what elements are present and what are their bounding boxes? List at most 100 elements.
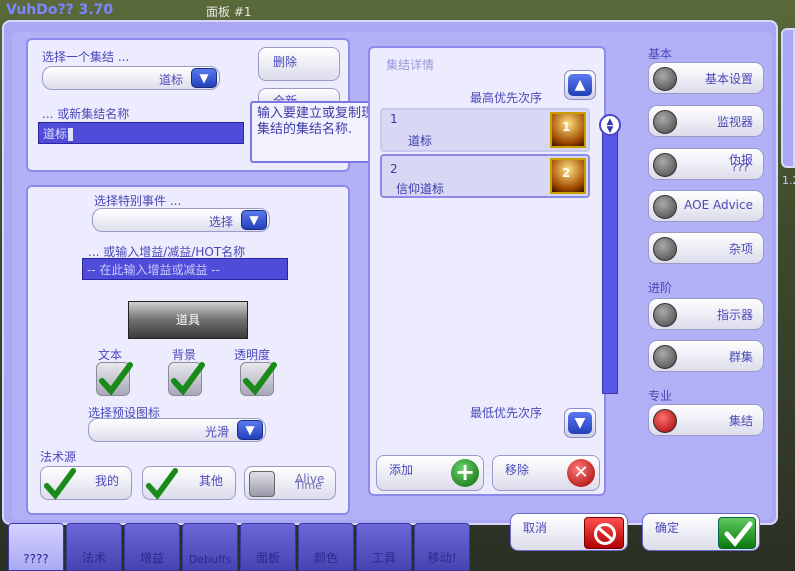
delete-button[interactable]: 删除 xyxy=(258,47,340,81)
fake-sub-label: ??? xyxy=(731,161,749,174)
scroll-thumb-icon[interactable]: ▲ ▼ xyxy=(599,114,621,136)
buff-name-placeholder: -- 在此输入增益或减益 -- xyxy=(87,263,220,277)
others-toggle[interactable]: 其他 xyxy=(142,466,236,500)
side-version: 1.2 xyxy=(782,174,795,187)
checkmark-icon xyxy=(171,362,205,396)
misc-label: 杂项 xyxy=(728,242,753,256)
spell-icon: 2 xyxy=(550,158,586,194)
spell-source-label: 法术源 xyxy=(40,450,77,464)
mine-label: 我的 xyxy=(95,474,120,488)
cluster-button[interactable]: 群集 xyxy=(648,340,764,372)
time-label: Time xyxy=(295,479,322,492)
cluster-dropdown[interactable]: 道标 ▼ xyxy=(42,66,220,90)
checkmark-icon xyxy=(145,467,179,500)
tab-label: 工具 xyxy=(371,551,396,565)
details-title: 集结详情 xyxy=(386,58,435,72)
special-event-dropdown[interactable]: 选择 ▼ xyxy=(92,208,270,232)
chevron-down-icon: ▼ xyxy=(237,420,263,440)
highest-priority-label: 最高优先次序 xyxy=(470,91,543,105)
mine-toggle[interactable]: 我的 xyxy=(40,466,132,500)
radio-icon xyxy=(653,67,677,91)
add-button[interactable]: 添加 + xyxy=(376,455,484,491)
tab-move[interactable]: 移动! xyxy=(414,523,470,571)
select-cluster-label: 选择一个集结 ... xyxy=(42,50,130,64)
tab-buffs[interactable]: 增益 xyxy=(124,523,180,571)
aggregate-button[interactable]: 集结 xyxy=(648,404,764,436)
basic-settings-button[interactable]: 基本设置 xyxy=(648,62,764,94)
delete-button-label: 删除 xyxy=(273,55,298,69)
arrow-up-icon: ▲ xyxy=(568,74,592,96)
close-icon: ✕ xyxy=(567,459,595,487)
buff-name-field[interactable]: -- 在此输入增益或减益 -- xyxy=(82,258,288,280)
new-name-label: ... 或新集结名称 xyxy=(42,107,130,121)
tab-label: 增益 xyxy=(139,551,164,565)
remove-button-label: 移除 xyxy=(505,463,530,477)
monitor-button[interactable]: 监视器 xyxy=(648,105,764,137)
plus-icon: + xyxy=(451,459,479,487)
text-checkbox[interactable] xyxy=(96,362,133,396)
tab-label: Debuffs xyxy=(188,553,232,566)
fake-button[interactable]: 伪报??? xyxy=(648,148,764,180)
tab-general[interactable]: ???? xyxy=(8,523,64,571)
advanced-section-label: 进阶 xyxy=(648,281,673,295)
tab-panels[interactable]: 面板 xyxy=(240,523,296,571)
move-down-button[interactable]: ▼ xyxy=(564,408,596,438)
radio-icon xyxy=(653,110,677,134)
indicators-button[interactable]: 指示器 xyxy=(648,298,764,330)
item-name: 道标 xyxy=(408,134,433,148)
cluster-label: 群集 xyxy=(728,350,753,364)
scrollbar[interactable] xyxy=(602,128,618,394)
item-number: 2 xyxy=(390,162,398,176)
tab-label: 颜色 xyxy=(313,551,338,565)
item-number: 1 xyxy=(390,112,398,126)
tab-label: ???? xyxy=(23,552,49,566)
basic-settings-label: 基本设置 xyxy=(704,72,753,86)
cancel-icon xyxy=(584,517,624,549)
tab-spells[interactable]: 法术 xyxy=(66,523,122,571)
basic-section-label: 基本 xyxy=(648,47,673,61)
tab-tools[interactable]: 工具 xyxy=(356,523,412,571)
misc-button[interactable]: 杂项 xyxy=(648,232,764,264)
radio-icon xyxy=(653,303,677,327)
tools-button[interactable]: 道具 xyxy=(128,301,248,339)
cluster-dropdown-value: 道标 xyxy=(158,73,183,87)
new-name-field[interactable]: 道标 xyxy=(38,122,244,144)
radio-icon xyxy=(653,195,677,219)
radio-icon xyxy=(653,345,677,369)
tab-label: 移动! xyxy=(427,551,457,565)
expert-section-label: 专业 xyxy=(648,389,673,403)
others-label: 其他 xyxy=(199,474,224,488)
new-name-value: 道标 xyxy=(43,127,68,141)
chevron-down-icon: ▼ xyxy=(241,210,267,230)
alive-time-toggle[interactable]: Alive Time xyxy=(244,466,336,500)
tab-label: 法术 xyxy=(81,551,106,565)
move-up-button[interactable]: ▲ xyxy=(564,70,596,100)
checkmark-icon xyxy=(43,467,77,500)
tab-debuffs[interactable]: Debuffs xyxy=(182,523,238,571)
special-event-label: 选择特别事件 ... xyxy=(94,194,182,208)
tab-colors[interactable]: 颜色 xyxy=(298,523,354,571)
confirm-icon xyxy=(718,517,756,549)
monitor-label: 监视器 xyxy=(716,115,753,129)
lowest-priority-label: 最低优先次序 xyxy=(470,406,543,420)
list-item[interactable]: 2 信仰道标 2 xyxy=(380,154,590,198)
chevron-down-icon: ▼ xyxy=(191,68,217,88)
radio-icon xyxy=(653,153,677,177)
item-name: 信仰道标 xyxy=(396,182,445,196)
preset-icon-dropdown[interactable]: 光滑 ▼ xyxy=(88,418,266,442)
remove-button[interactable]: 移除 ✕ xyxy=(492,455,600,491)
indicators-label: 指示器 xyxy=(716,308,753,322)
opacity-checkbox[interactable] xyxy=(240,362,277,396)
ok-button[interactable]: 确定 xyxy=(642,513,760,551)
checkmark-icon xyxy=(243,362,277,396)
radio-icon xyxy=(653,237,677,261)
radio-selected-icon xyxy=(653,409,677,433)
aoe-advice-button[interactable]: AOE Advice xyxy=(648,190,764,222)
tab-label: 面板 xyxy=(255,551,280,565)
tools-button-label: 道具 xyxy=(175,313,200,327)
checkmark-icon xyxy=(99,362,133,396)
background-checkbox[interactable] xyxy=(168,362,205,396)
aoe-advice-label: AOE Advice xyxy=(684,198,753,212)
list-item[interactable]: 1 道标 1 xyxy=(380,108,590,152)
cancel-button[interactable]: 取消 xyxy=(510,513,628,551)
